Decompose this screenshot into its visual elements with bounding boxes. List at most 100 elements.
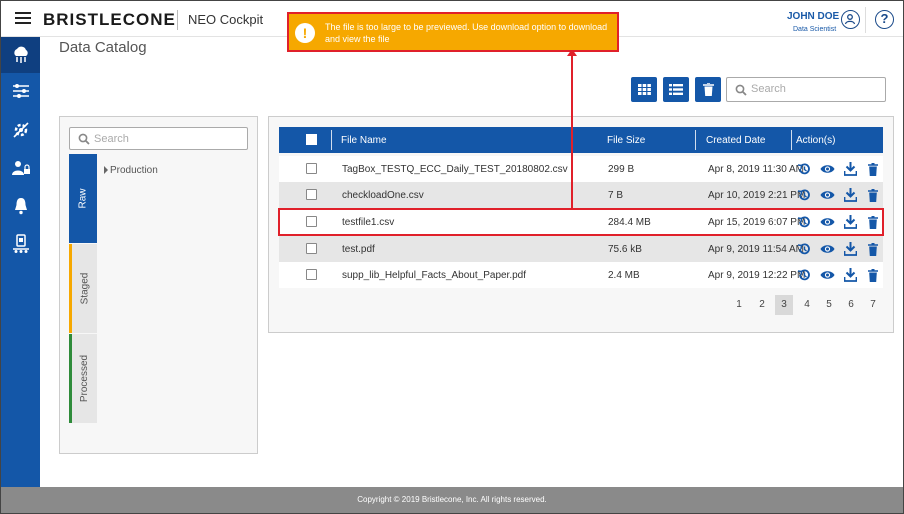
grid-icon [637, 84, 651, 95]
tree-item-production[interactable]: Production [104, 165, 158, 176]
history-icon[interactable] [796, 241, 812, 257]
delete-icon[interactable] [865, 267, 881, 283]
download-icon[interactable] [842, 161, 858, 177]
file-name-cell[interactable]: checkloadOne.csv [342, 190, 424, 201]
column-header-created-date[interactable]: Created Date [706, 135, 765, 146]
settings-off-icon [12, 122, 29, 138]
expand-arrow-icon[interactable] [104, 166, 108, 174]
search-input[interactable] [751, 83, 871, 95]
created-date-cell: Apr 8, 2019 11:30 AM [708, 164, 804, 175]
user-name[interactable]: JOHN DOE [787, 11, 839, 22]
grid-view-button[interactable] [631, 77, 657, 102]
file-name-cell[interactable]: testfile1.csv [342, 217, 394, 228]
sidebar-item-settings[interactable] [1, 112, 40, 148]
bell-icon [14, 198, 27, 215]
divider [177, 10, 178, 30]
row-actions [796, 161, 881, 177]
row-checkbox[interactable] [306, 269, 317, 280]
help-icon[interactable]: ? [875, 10, 894, 29]
file-size-cell: 284.4 MB [608, 217, 651, 228]
list-icon [669, 84, 683, 95]
column-header-file-name[interactable]: File Name [341, 135, 387, 146]
tab-label: Staged [79, 272, 91, 305]
table-row[interactable]: TagBox_TESTQ_ECC_Daily_TEST_20180802.csv… [279, 156, 883, 182]
sidebar [1, 37, 40, 487]
sidebar-item-pipelines[interactable] [1, 73, 40, 109]
sidebar-item-data-catalog[interactable] [1, 37, 40, 73]
device-icon [12, 234, 29, 253]
created-date-cell: Apr 9, 2019 11:54 AM [708, 244, 804, 255]
preview-eye-icon[interactable] [819, 241, 835, 257]
tab-staged[interactable]: Staged [69, 244, 97, 333]
user-lock-icon [11, 161, 30, 175]
preview-eye-icon[interactable] [819, 187, 835, 203]
table-header: File Name File Size Created Date Action(… [279, 127, 883, 153]
download-icon[interactable] [842, 187, 858, 203]
tab-processed[interactable]: Processed [69, 334, 97, 423]
file-size-cell: 75.6 kB [608, 244, 642, 255]
tab-raw[interactable]: Raw [69, 154, 97, 243]
delete-icon[interactable] [865, 214, 881, 230]
search-icon [735, 84, 747, 96]
row-actions [796, 187, 881, 203]
page-link-5[interactable]: 5 [820, 295, 838, 315]
cloud-data-icon [13, 46, 28, 63]
file-name-cell[interactable]: supp_lib_Helpful_Facts_About_Paper.pdf [342, 270, 526, 281]
row-actions [796, 214, 881, 230]
divider [865, 7, 866, 33]
preview-eye-icon[interactable] [819, 267, 835, 283]
delete-selected-button[interactable] [695, 77, 721, 102]
search-input[interactable] [94, 133, 214, 145]
download-icon[interactable] [842, 267, 858, 283]
sidebar-item-user-management[interactable] [1, 150, 40, 186]
file-name-cell[interactable]: TagBox_TESTQ_ECC_Daily_TEST_20180802.csv [342, 164, 568, 175]
table-row[interactable]: supp_lib_Helpful_Facts_About_Paper.pdf 2… [279, 262, 883, 288]
delete-icon[interactable] [865, 187, 881, 203]
table-row[interactable]: checkloadOne.csv 7 B Apr 10, 2019 2:21 P… [279, 182, 883, 208]
row-checkbox[interactable] [306, 243, 317, 254]
history-icon[interactable] [796, 161, 812, 177]
user-profile-icon[interactable] [841, 10, 860, 29]
history-icon[interactable] [796, 214, 812, 230]
sidebar-item-devices[interactable] [1, 226, 40, 262]
row-checkbox[interactable] [306, 163, 317, 174]
preview-eye-icon[interactable] [819, 214, 835, 230]
page-link-3-current[interactable]: 3 [775, 295, 793, 315]
page-link-6[interactable]: 6 [842, 295, 860, 315]
delete-icon[interactable] [865, 241, 881, 257]
delete-icon[interactable] [865, 161, 881, 177]
column-header-file-size[interactable]: File Size [607, 135, 645, 146]
page-link-4[interactable]: 4 [798, 295, 816, 315]
column-divider [791, 130, 792, 150]
download-icon[interactable] [842, 214, 858, 230]
file-size-cell: 299 B [608, 164, 635, 175]
row-checkbox[interactable] [306, 189, 317, 200]
preview-eye-icon[interactable] [819, 161, 835, 177]
sidebar-item-notifications[interactable] [1, 188, 40, 224]
page-link-2[interactable]: 2 [753, 295, 771, 315]
catalog-search-input[interactable] [726, 77, 886, 102]
folder-search-input[interactable] [69, 127, 248, 150]
download-icon[interactable] [842, 241, 858, 257]
search-icon [78, 133, 90, 145]
history-icon[interactable] [796, 267, 812, 283]
row-checkbox[interactable] [306, 216, 317, 227]
hamburger-menu-icon[interactable] [15, 12, 31, 26]
file-name-cell[interactable]: test.pdf [342, 244, 375, 255]
column-divider [331, 130, 332, 150]
page-link-1[interactable]: 1 [730, 295, 748, 315]
history-icon[interactable] [796, 187, 812, 203]
select-all-checkbox[interactable] [306, 134, 317, 145]
sliders-icon [12, 84, 29, 98]
toast-message: The file is too large to be previewed. U… [325, 22, 608, 44]
brand-logo: BRISTLECONE [43, 10, 176, 29]
row-actions [796, 241, 881, 257]
callout-line [571, 53, 573, 208]
page-link-7[interactable]: 7 [864, 295, 882, 315]
table-row[interactable]: test.pdf 75.6 kB Apr 9, 2019 11:54 AM [279, 236, 883, 262]
folder-panel: Raw Staged Processed Production [59, 116, 258, 454]
table-row-selected[interactable]: testfile1.csv 284.4 MB Apr 15, 2019 6:07… [279, 209, 883, 235]
list-view-button[interactable] [663, 77, 689, 102]
footer-copyright: Copyright © 2019 Bristlecone, Inc. All r… [1, 487, 903, 513]
created-date-cell: Apr 9, 2019 12:22 PM [708, 270, 806, 281]
